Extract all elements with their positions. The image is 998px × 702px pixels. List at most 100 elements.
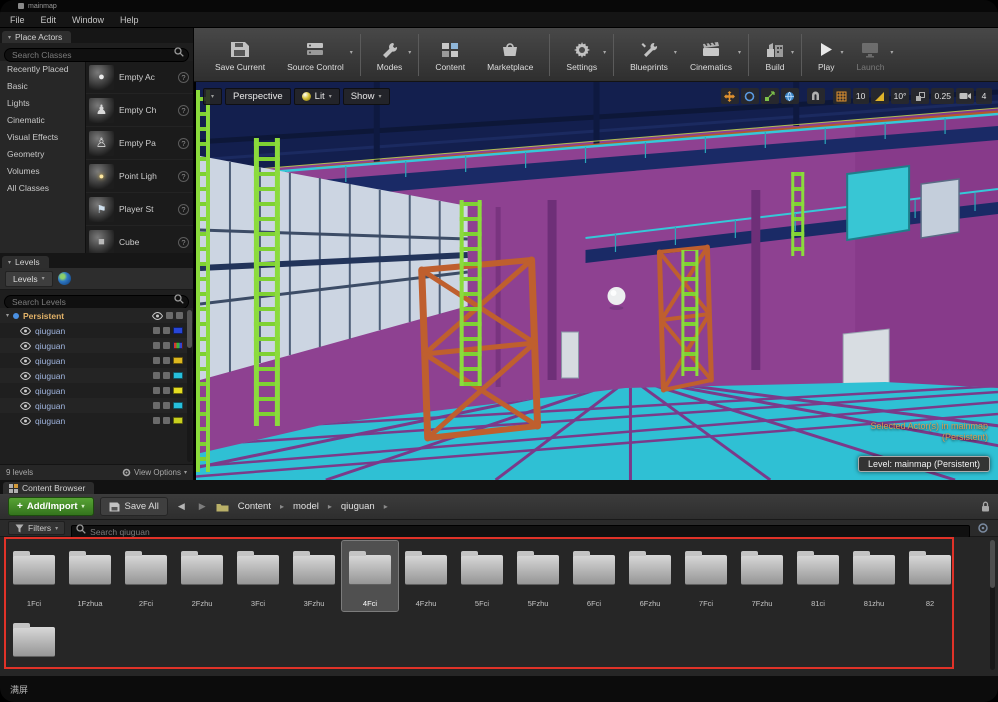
show-button[interactable]: Show ▾ [343,88,390,105]
eye-icon[interactable] [152,312,163,320]
lock-icon[interactable] [981,501,990,512]
lock-icon[interactable] [153,402,160,409]
grid-snap-icon[interactable] [833,88,851,104]
assets-scrollbar[interactable] [990,540,995,670]
folder-item-selected[interactable]: 4Fci [342,541,398,611]
source-control-button[interactable]: Source Control ▾ [276,36,355,74]
marketplace-button[interactable]: Marketplace [476,36,544,74]
scrollbar-thumb[interactable] [990,540,995,588]
add-import-button[interactable]: + Add/Import ▾ [8,497,94,516]
folder-item[interactable] [6,613,62,676]
level-badge[interactable]: Level: mainmap (Persistent) [858,456,990,472]
category-visual-effects[interactable]: Visual Effects [0,129,85,146]
actor-item-empty-actor[interactable]: Empty Ac ? [86,61,193,94]
level-color-chip[interactable] [173,342,183,349]
lock-icon[interactable] [153,387,160,394]
level-color-chip[interactable] [173,387,183,394]
help-icon[interactable]: ? [178,72,189,83]
folder-item[interactable]: 3Fci [230,541,286,611]
search-levels-input[interactable] [4,295,189,309]
build-button[interactable]: Build ▾ [754,36,796,74]
menu-file[interactable]: File [2,13,33,27]
scale-tool-icon[interactable] [761,88,779,104]
eye-icon[interactable] [20,357,31,365]
scale-snap-value[interactable]: 0.25 [931,88,954,104]
level-row[interactable]: qiuguan [0,398,193,413]
rotate-tool-icon[interactable] [741,88,759,104]
level-row[interactable]: qiuguan [0,353,193,368]
help-icon[interactable]: ? [178,237,189,248]
move-tool-icon[interactable] [721,88,739,104]
eye-icon[interactable] [20,342,31,350]
folder-item[interactable]: 6Fzhu [622,541,678,611]
lock-icon[interactable] [166,312,173,319]
breadcrumb-model[interactable]: model [290,499,322,514]
view-options-button[interactable]: View Options ▾ [122,468,187,477]
save-current-button[interactable]: Save Current [204,36,276,74]
launch-button[interactable]: Launch ▾ [846,36,896,74]
save-icon[interactable] [163,402,170,409]
category-volumes[interactable]: Volumes [0,163,85,180]
eye-icon[interactable] [20,327,31,335]
title-bar[interactable]: mainmap [0,0,998,12]
help-icon[interactable]: ? [178,105,189,116]
folder-item[interactable]: 81ci [790,541,846,611]
lock-icon[interactable] [153,357,160,364]
category-lights[interactable]: Lights [0,95,85,112]
search-classes-input[interactable] [4,48,189,62]
save-icon[interactable] [163,357,170,364]
viewport[interactable]: ▾ Perspective Lit ▾ Show ▾ 10 [195,82,998,480]
place-actors-tab[interactable]: ▾ Place Actors [2,31,71,43]
back-button[interactable]: ◀ [174,499,189,514]
world-icon[interactable] [58,272,71,285]
view-settings-icon[interactable] [976,522,990,535]
levels-scrollbar[interactable] [187,310,192,462]
modes-button[interactable]: Modes ▾ [366,36,414,74]
camera-speed-value[interactable]: 4 [976,88,992,104]
levels-tab[interactable]: ▾ Levels [2,256,49,268]
lock-icon[interactable] [153,327,160,334]
save-icon[interactable] [163,387,170,394]
rotation-snap-value[interactable]: 10° [891,88,910,104]
level-row[interactable]: qiuguan [0,323,193,338]
save-icon[interactable] [163,342,170,349]
category-geometry[interactable]: Geometry [0,146,85,163]
folder-item[interactable]: 5Fci [454,541,510,611]
actor-item-empty-pawn[interactable]: Empty Pa ? [86,127,193,160]
rotation-snap-icon[interactable] [871,88,889,104]
levels-dropdown[interactable]: Levels ▾ [5,271,53,287]
actor-item-player-start[interactable]: Player St ? [86,193,193,226]
cinematics-button[interactable]: Cinematics ▾ [679,36,743,74]
folder-item[interactable]: 1Fzhua [62,541,118,611]
save-icon[interactable] [163,417,170,424]
play-button[interactable]: Play ▾ [807,36,846,74]
menu-window[interactable]: Window [64,13,112,27]
content-browser-tab[interactable]: Content Browser [3,482,94,494]
save-icon[interactable] [176,312,183,319]
level-color-chip[interactable] [173,417,183,424]
level-row[interactable]: qiuguan [0,383,193,398]
menu-edit[interactable]: Edit [33,13,65,27]
grid-snap-value[interactable]: 10 [853,88,869,104]
level-color-chip[interactable] [173,372,183,379]
folder-item[interactable]: 2Fci [118,541,174,611]
folder-item[interactable]: 7Fzhu [734,541,790,611]
category-cinematic[interactable]: Cinematic [0,112,85,129]
eye-icon[interactable] [20,387,31,395]
folder-item[interactable]: 4Fzhu [398,541,454,611]
forward-button[interactable]: ▶ [195,499,210,514]
help-icon[interactable]: ? [178,204,189,215]
blueprints-button[interactable]: Blueprints ▾ [619,36,679,74]
lock-icon[interactable] [153,342,160,349]
folder-item[interactable]: 82 [902,541,958,611]
save-icon[interactable] [163,327,170,334]
perspective-button[interactable]: Perspective [225,88,291,105]
folder-item[interactable]: 1Fci [6,541,62,611]
actor-item-empty-character[interactable]: Empty Ch ? [86,94,193,127]
lock-icon[interactable] [153,372,160,379]
lit-button[interactable]: Lit ▾ [294,88,340,105]
actor-item-cube[interactable]: Cube ? [86,226,193,253]
level-color-chip[interactable] [173,402,183,409]
lock-icon[interactable] [153,417,160,424]
level-row-persistent[interactable]: ▾ Persistent [0,308,193,323]
